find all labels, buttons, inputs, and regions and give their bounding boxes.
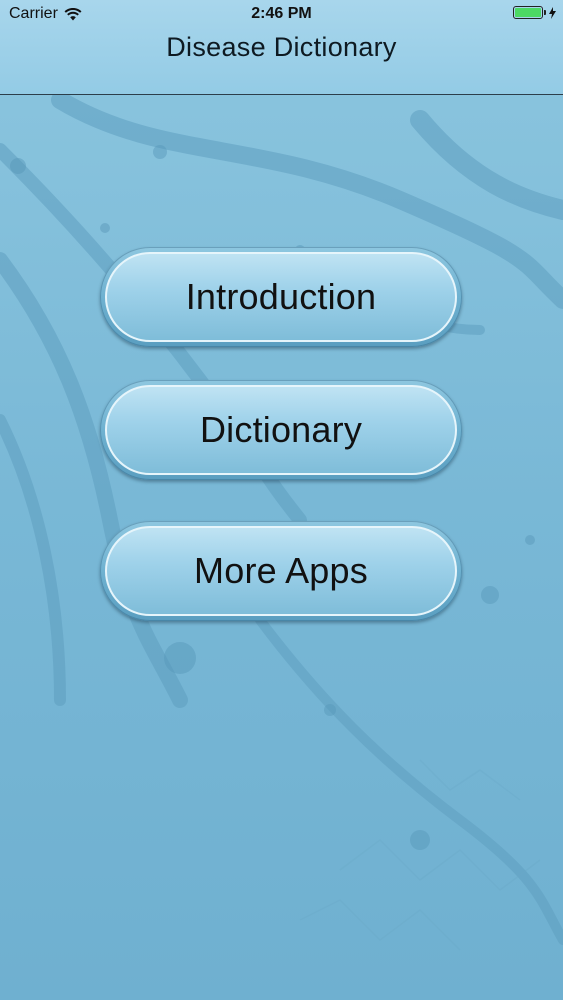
status-bar: Carrier 2:46 PM (0, 0, 563, 28)
dna-background-image (0, 0, 563, 1000)
more-apps-button-label: More Apps (194, 550, 368, 591)
battery-fill (515, 8, 541, 17)
bolt-icon (549, 6, 556, 19)
page-title: Disease Dictionary (166, 32, 397, 62)
dictionary-button-face[interactable]: Dictionary (105, 385, 457, 475)
introduction-button-face[interactable]: Introduction (105, 252, 457, 342)
battery-indicator (513, 6, 556, 19)
dictionary-button-label: Dictionary (199, 409, 363, 450)
dictionary-button[interactable]: Dictionary (100, 380, 462, 480)
introduction-button-label: Introduction (185, 276, 377, 317)
more-apps-button-face[interactable]: More Apps (105, 526, 457, 616)
battery-tip (544, 10, 546, 15)
introduction-button[interactable]: Introduction (100, 247, 462, 347)
more-apps-button[interactable]: More Apps (100, 521, 462, 621)
app-screen: Disease Dictionary Carrier 2:46 PM Intro… (0, 0, 563, 1000)
battery-icon (513, 6, 543, 19)
status-time: 2:46 PM (251, 5, 312, 22)
